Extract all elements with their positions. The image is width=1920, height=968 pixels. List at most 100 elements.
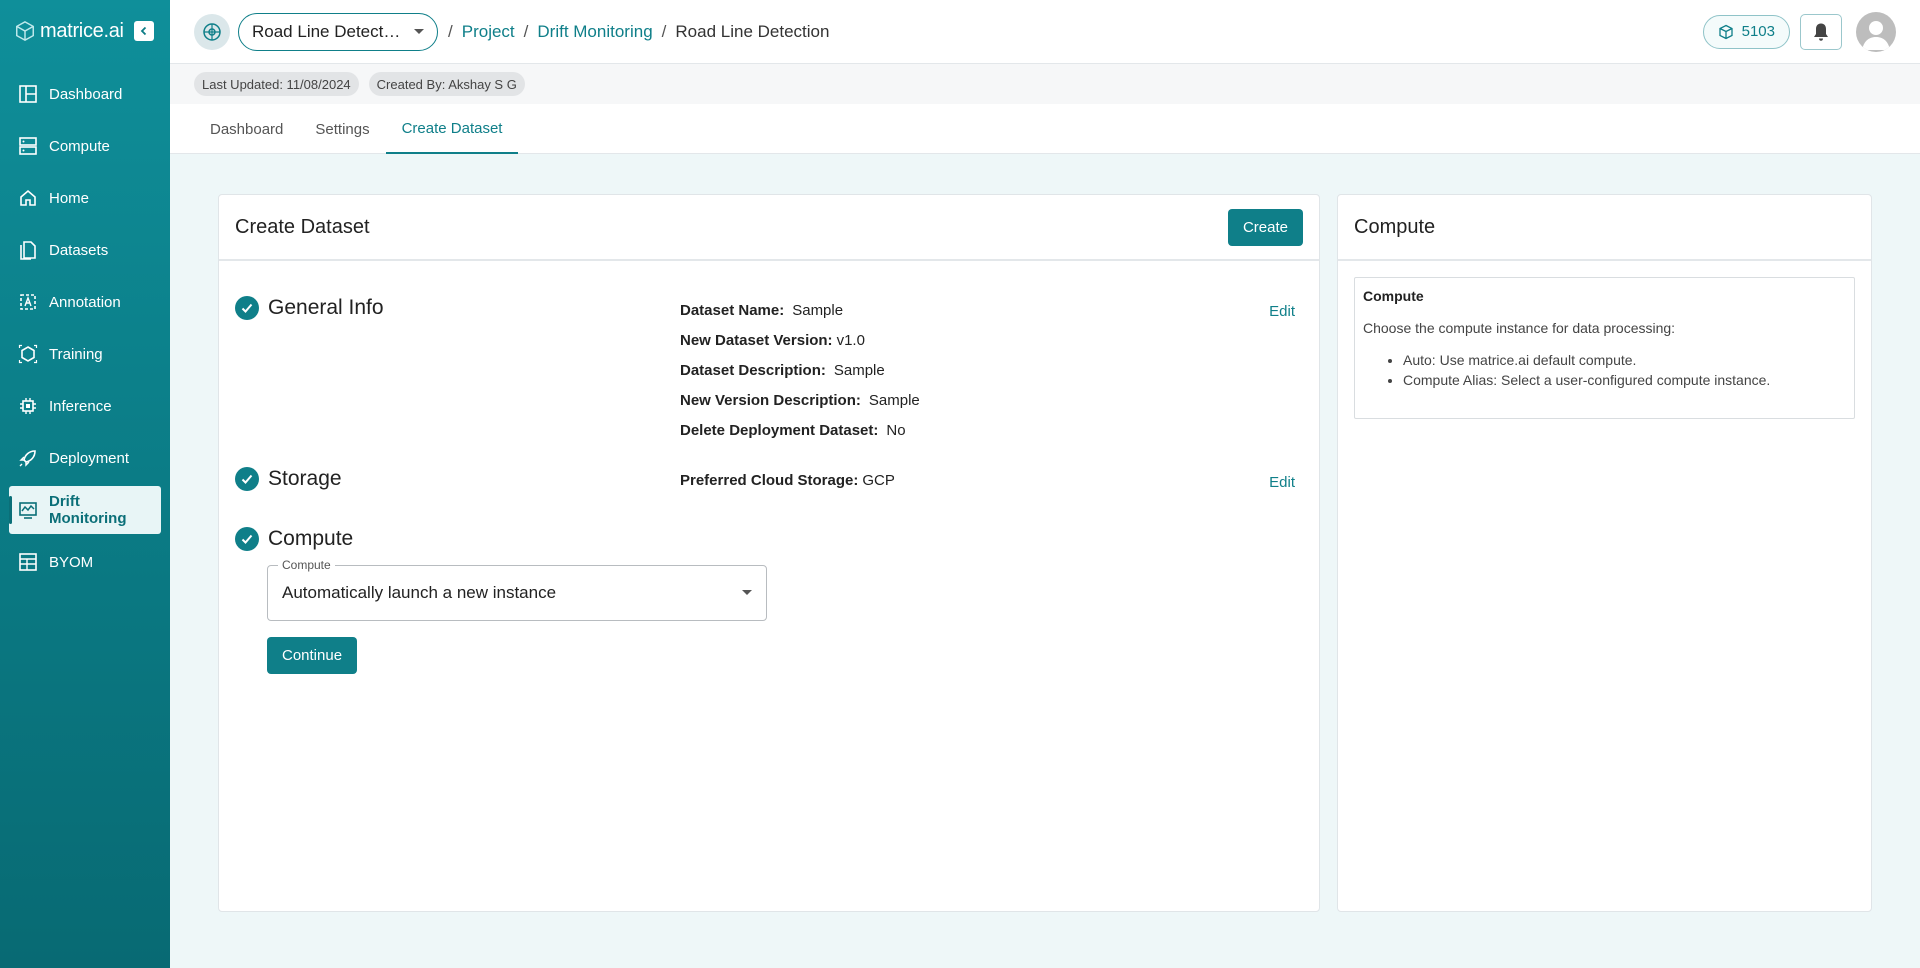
home-icon (20, 189, 36, 206)
model-icon (19, 553, 37, 571)
tab-create-dataset[interactable]: Create Dataset (385, 104, 519, 154)
check-circle-icon (235, 527, 259, 551)
detail-key: Dataset Description: (680, 361, 826, 379)
sidebar-item-label: Deployment (49, 449, 130, 467)
step-storage: Storage (235, 467, 342, 491)
card-header: Compute (1338, 195, 1871, 261)
detail-value: Sample (792, 301, 844, 319)
check-circle-icon (235, 296, 259, 320)
annotation-icon (20, 294, 36, 310)
general-info-details: Dataset Name: Sample New Dataset Version… (680, 295, 920, 445)
sidebar-item-label: BYOM (49, 553, 94, 571)
tab-settings[interactable]: Settings (299, 104, 385, 154)
chip-icon (20, 398, 36, 414)
sidebar-item-annotation[interactable]: Annotation (9, 278, 161, 326)
cube-icon (1718, 24, 1733, 39)
sidebar-item-dashboard[interactable]: Dashboard (9, 70, 161, 118)
sidebar-item-home[interactable]: Home (9, 174, 161, 222)
sidebar-item-label: Compute (49, 137, 110, 155)
detail-key: Dataset Name: (680, 301, 785, 319)
top-bar: Road Line Detect… / Project / Drift Moni… (170, 0, 1920, 64)
collapse-sidebar-button[interactable] (133, 21, 154, 41)
detail-key: New Version Description: (680, 391, 861, 409)
breadcrumb-current: Road Line Detection (675, 21, 830, 41)
user-avatar[interactable] (1856, 11, 1896, 52)
detail-key: Preferred Cloud Storage: (680, 471, 859, 489)
compute-select-value: Automatically launch a new instance (282, 583, 557, 602)
help-heading: Compute (1363, 288, 1424, 304)
help-list-item: Auto: Use matrice.ai default compute. (1403, 350, 1846, 370)
files-icon (20, 241, 36, 260)
help-list-item: Compute Alias: Select a user-configured … (1403, 370, 1846, 390)
caret-down-icon (742, 590, 752, 595)
step-label: General Info (268, 296, 384, 319)
training-icon (18, 344, 38, 364)
compute-help-card: Compute Compute Choose the compute insta… (1337, 194, 1872, 912)
project-meta-row: Last Updated: 11/08/2024 Created By: Aks… (170, 64, 1920, 104)
network-globe-icon (203, 22, 221, 41)
detail-value: Sample (833, 361, 885, 379)
sidebar-item-deployment[interactable]: Deployment (9, 434, 161, 482)
step-compute: Compute (235, 527, 353, 551)
sidebar-item-label: Drift Monitoring (49, 493, 127, 527)
edit-storage-link[interactable]: Edit (1269, 474, 1295, 491)
detail-row: Dataset Description: Sample (680, 355, 920, 385)
sidebar-item-training[interactable]: Training (9, 330, 161, 378)
server-icon (19, 137, 37, 155)
dashboard-icon (19, 85, 37, 103)
step-general-info: General Info (235, 296, 384, 320)
detail-row: Dataset Name: Sample (680, 295, 920, 325)
breadcrumb-separator: / (661, 21, 667, 41)
sidebar-item-label: Inference (49, 397, 112, 415)
breadcrumb-project[interactable]: Project (462, 22, 515, 42)
sidebar-nav: Dashboard Compute Home Datasets Annotati… (0, 70, 170, 586)
cube-logo-icon (16, 20, 34, 42)
brand-name: matrice.ai (40, 19, 124, 42)
detail-row: New Dataset Version: v1.0 (680, 325, 920, 355)
breadcrumb-drift-monitoring[interactable]: Drift Monitoring (537, 22, 652, 42)
tab-dashboard[interactable]: Dashboard (194, 104, 299, 154)
credits-count: 5103 (1741, 23, 1775, 40)
edit-general-info-link[interactable]: Edit (1269, 303, 1295, 320)
detail-value: No (886, 421, 906, 439)
step-label: Compute (268, 527, 354, 550)
detail-row: New Version Description: Sample (680, 385, 920, 415)
sidebar-item-byom[interactable]: BYOM (9, 538, 161, 586)
project-avatar[interactable] (194, 13, 230, 50)
bell-icon (1814, 23, 1828, 41)
continue-button[interactable]: Continue (267, 637, 358, 674)
compute-help-box: Compute Choose the compute instance for … (1354, 277, 1855, 419)
sidebar-item-label: Home (49, 189, 90, 207)
detail-value: GCP (862, 471, 895, 489)
user-icon (1862, 20, 1890, 50)
sidebar-item-inference[interactable]: Inference (9, 382, 161, 430)
created-by-chip: Created By: Akshay S G (368, 72, 525, 96)
notifications-button[interactable] (1800, 13, 1842, 50)
rocket-icon (19, 450, 36, 467)
sidebar-item-label: Dashboard (49, 85, 123, 103)
detail-value: v1.0 (836, 331, 865, 349)
top-right-controls: 5103 (1702, 11, 1896, 52)
sidebar: matrice.ai Dashboard Compute Home Datase… (0, 0, 170, 968)
last-updated-chip: Last Updated: 11/08/2024 (194, 72, 359, 96)
breadcrumb-separator: / (448, 21, 453, 41)
breadcrumb: / Project / Drift Monitoring / Road Line… (448, 22, 829, 42)
sidebar-item-label: Annotation (49, 293, 121, 311)
check-circle-icon (235, 467, 259, 491)
help-text: Choose the compute instance for data pro… (1363, 320, 1676, 336)
page-tabs: Dashboard Settings Create Dataset (170, 104, 1920, 154)
brand: matrice.ai (0, 0, 170, 62)
sidebar-item-compute[interactable]: Compute (9, 122, 161, 170)
compute-select[interactable]: Compute Automatically launch a new insta… (267, 558, 767, 621)
detail-key: New Dataset Version: (680, 331, 833, 349)
help-list: Auto: Use matrice.ai default compute. Co… (1403, 350, 1846, 390)
card-header: Create Dataset Create (219, 195, 1319, 261)
card-title: Create Dataset (235, 215, 370, 238)
compute-select-legend: Compute (278, 558, 335, 572)
sidebar-item-drift-monitoring[interactable]: Drift Monitoring (9, 486, 161, 534)
project-select[interactable]: Road Line Detect… (238, 12, 438, 51)
step-label: Storage (268, 467, 342, 490)
sidebar-item-datasets[interactable]: Datasets (9, 226, 161, 274)
create-button[interactable]: Create (1227, 208, 1303, 246)
credits-button[interactable]: 5103 (1702, 14, 1790, 49)
